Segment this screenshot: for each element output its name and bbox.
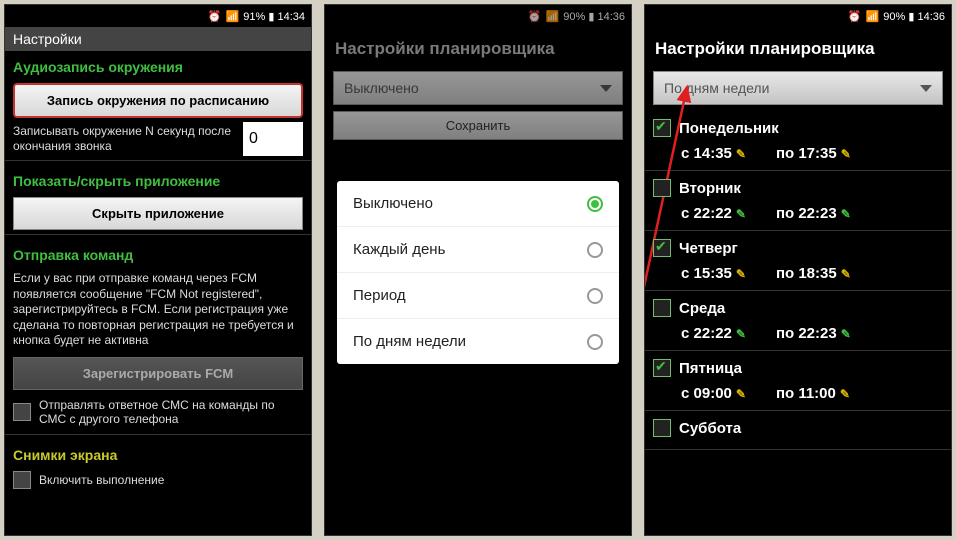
edit-icon: ✎ <box>841 327 851 341</box>
dropdown-value: По дням недели <box>664 80 769 96</box>
edit-icon: ✎ <box>841 207 851 221</box>
day-name: Вторник <box>679 180 741 197</box>
option-off[interactable]: Выключено <box>337 181 619 227</box>
option-daily[interactable]: Каждый день <box>337 227 619 273</box>
chevron-down-icon <box>920 85 932 92</box>
day-checkbox[interactable] <box>653 179 671 197</box>
edit-icon: ✎ <box>736 207 746 221</box>
day-name: Пятница <box>679 360 742 377</box>
to-time[interactable]: по 22:23 ✎ <box>776 205 851 222</box>
seconds-after-call-row: Записывать окружение N секунд после окон… <box>5 122 311 156</box>
day-block: Понедельник с 14:35 ✎ по 17:35 ✎ <box>645 111 951 171</box>
radio-icon <box>587 288 603 304</box>
alarm-icon: ⏰ <box>848 10 862 23</box>
option-period[interactable]: Период <box>337 273 619 319</box>
time-range: с 22:22 ✎ по 22:23 ✎ <box>653 321 943 342</box>
reply-sms-row[interactable]: Отправлять ответное СМС на команды по СМ… <box>5 394 311 430</box>
reply-sms-checkbox[interactable] <box>13 403 31 421</box>
option-label: Каждый день <box>353 241 445 258</box>
from-time[interactable]: с 14:35 ✎ <box>681 145 746 162</box>
status-bar: ⏰ 📶 91% ▮ 14:34 <box>5 5 311 27</box>
status-text: 90% ▮ 14:36 <box>883 10 945 23</box>
to-time[interactable]: по 18:35 ✎ <box>776 265 851 282</box>
day-header[interactable]: Вторник <box>653 175 943 201</box>
day-block: Четверг с 15:35 ✎ по 18:35 ✎ <box>645 231 951 291</box>
time-range: с 22:22 ✎ по 22:23 ✎ <box>653 201 943 222</box>
radio-icon <box>587 242 603 258</box>
signal-icon: 📶 <box>866 10 880 23</box>
signal-icon: 📶 <box>226 10 240 23</box>
alarm-icon: ⏰ <box>208 10 222 23</box>
day-checkbox[interactable] <box>653 419 671 437</box>
from-time[interactable]: с 22:22 ✎ <box>681 325 746 342</box>
edit-icon: ✎ <box>736 147 746 161</box>
mode-dropdown[interactable]: По дням недели <box>653 71 943 105</box>
day-checkbox[interactable] <box>653 299 671 317</box>
hide-app-button[interactable]: Скрыть приложение <box>13 197 303 230</box>
day-checkbox[interactable] <box>653 239 671 257</box>
edit-icon: ✎ <box>841 147 851 161</box>
day-checkbox[interactable] <box>653 119 671 137</box>
to-time[interactable]: по 11:00 ✎ <box>776 385 850 402</box>
day-header[interactable]: Пятница <box>653 355 943 381</box>
section-audio: Аудиозапись окружения <box>5 51 311 79</box>
from-time[interactable]: с 15:35 ✎ <box>681 265 746 282</box>
from-time[interactable]: с 22:22 ✎ <box>681 205 746 222</box>
seconds-input[interactable]: 0 <box>243 122 303 156</box>
day-name: Четверг <box>679 240 738 257</box>
day-name: Суббота <box>679 420 741 437</box>
phone-screen-3: ⏰ 📶 90% ▮ 14:36 Настройки планировщика П… <box>644 4 952 536</box>
enable-screenshots-row[interactable]: Включить выполнение <box>5 467 311 493</box>
radio-selected-icon <box>587 196 603 212</box>
section-screenshots: Снимки экрана <box>5 439 311 467</box>
day-name: Понедельник <box>679 120 779 137</box>
day-header[interactable]: Среда <box>653 295 943 321</box>
edit-icon: ✎ <box>840 387 850 401</box>
option-label: По дням недели <box>353 333 466 350</box>
option-weekdays[interactable]: По дням недели <box>337 319 619 364</box>
mode-select-dialog: Выключено Каждый день Период По дням нед… <box>337 181 619 364</box>
edit-icon: ✎ <box>736 387 746 401</box>
radio-icon <box>587 334 603 350</box>
commands-desc: Если у вас при отправке команд через FCM… <box>5 267 311 353</box>
day-block: Суббота <box>645 411 951 450</box>
day-block: Вторник с 22:22 ✎ по 22:23 ✎ <box>645 171 951 231</box>
enable-screenshots-checkbox[interactable] <box>13 471 31 489</box>
edit-icon: ✎ <box>841 267 851 281</box>
time-range: с 14:35 ✎ по 17:35 ✎ <box>653 141 943 162</box>
to-time[interactable]: по 22:23 ✎ <box>776 325 851 342</box>
option-label: Выключено <box>353 195 433 212</box>
day-name: Среда <box>679 300 725 317</box>
day-block: Среда с 22:22 ✎ по 22:23 ✎ <box>645 291 951 351</box>
day-block: Пятница с 09:00 ✎ по 11:00 ✎ <box>645 351 951 411</box>
option-label: Период <box>353 287 406 304</box>
day-header[interactable]: Четверг <box>653 235 943 261</box>
to-time[interactable]: по 17:35 ✎ <box>776 145 851 162</box>
time-range: с 15:35 ✎ по 18:35 ✎ <box>653 261 943 282</box>
edit-icon: ✎ <box>736 327 746 341</box>
day-header[interactable]: Понедельник <box>653 115 943 141</box>
day-header[interactable]: Суббота <box>653 415 943 441</box>
status-bar: ⏰ 📶 90% ▮ 14:36 <box>645 5 951 27</box>
reply-sms-label: Отправлять ответное СМС на команды по СМ… <box>39 398 303 426</box>
edit-icon: ✎ <box>736 267 746 281</box>
section-showhide: Показать/скрыть приложение <box>5 165 311 193</box>
section-commands: Отправка команд <box>5 239 311 267</box>
register-fcm-button: Зарегистрировать FCM <box>13 357 303 390</box>
phone-screen-1: ⏰ 📶 91% ▮ 14:34 Настройки Аудиозапись ок… <box>4 4 312 536</box>
status-text: 91% ▮ 14:34 <box>243 10 305 23</box>
phone-screen-2: ⏰ 📶 90% ▮ 14:36 Настройки планировщика В… <box>324 4 632 536</box>
time-range: с 09:00 ✎ по 11:00 ✎ <box>653 381 943 402</box>
enable-screenshots-label: Включить выполнение <box>39 473 164 487</box>
from-time[interactable]: с 09:00 ✎ <box>681 385 746 402</box>
seconds-label: Записывать окружение N секунд после окон… <box>13 124 235 154</box>
day-checkbox[interactable] <box>653 359 671 377</box>
scheduler-title: Настройки планировщика <box>645 27 951 65</box>
schedule-recording-button[interactable]: Запись окружения по расписанию <box>13 83 303 118</box>
page-title: Настройки <box>5 27 311 51</box>
